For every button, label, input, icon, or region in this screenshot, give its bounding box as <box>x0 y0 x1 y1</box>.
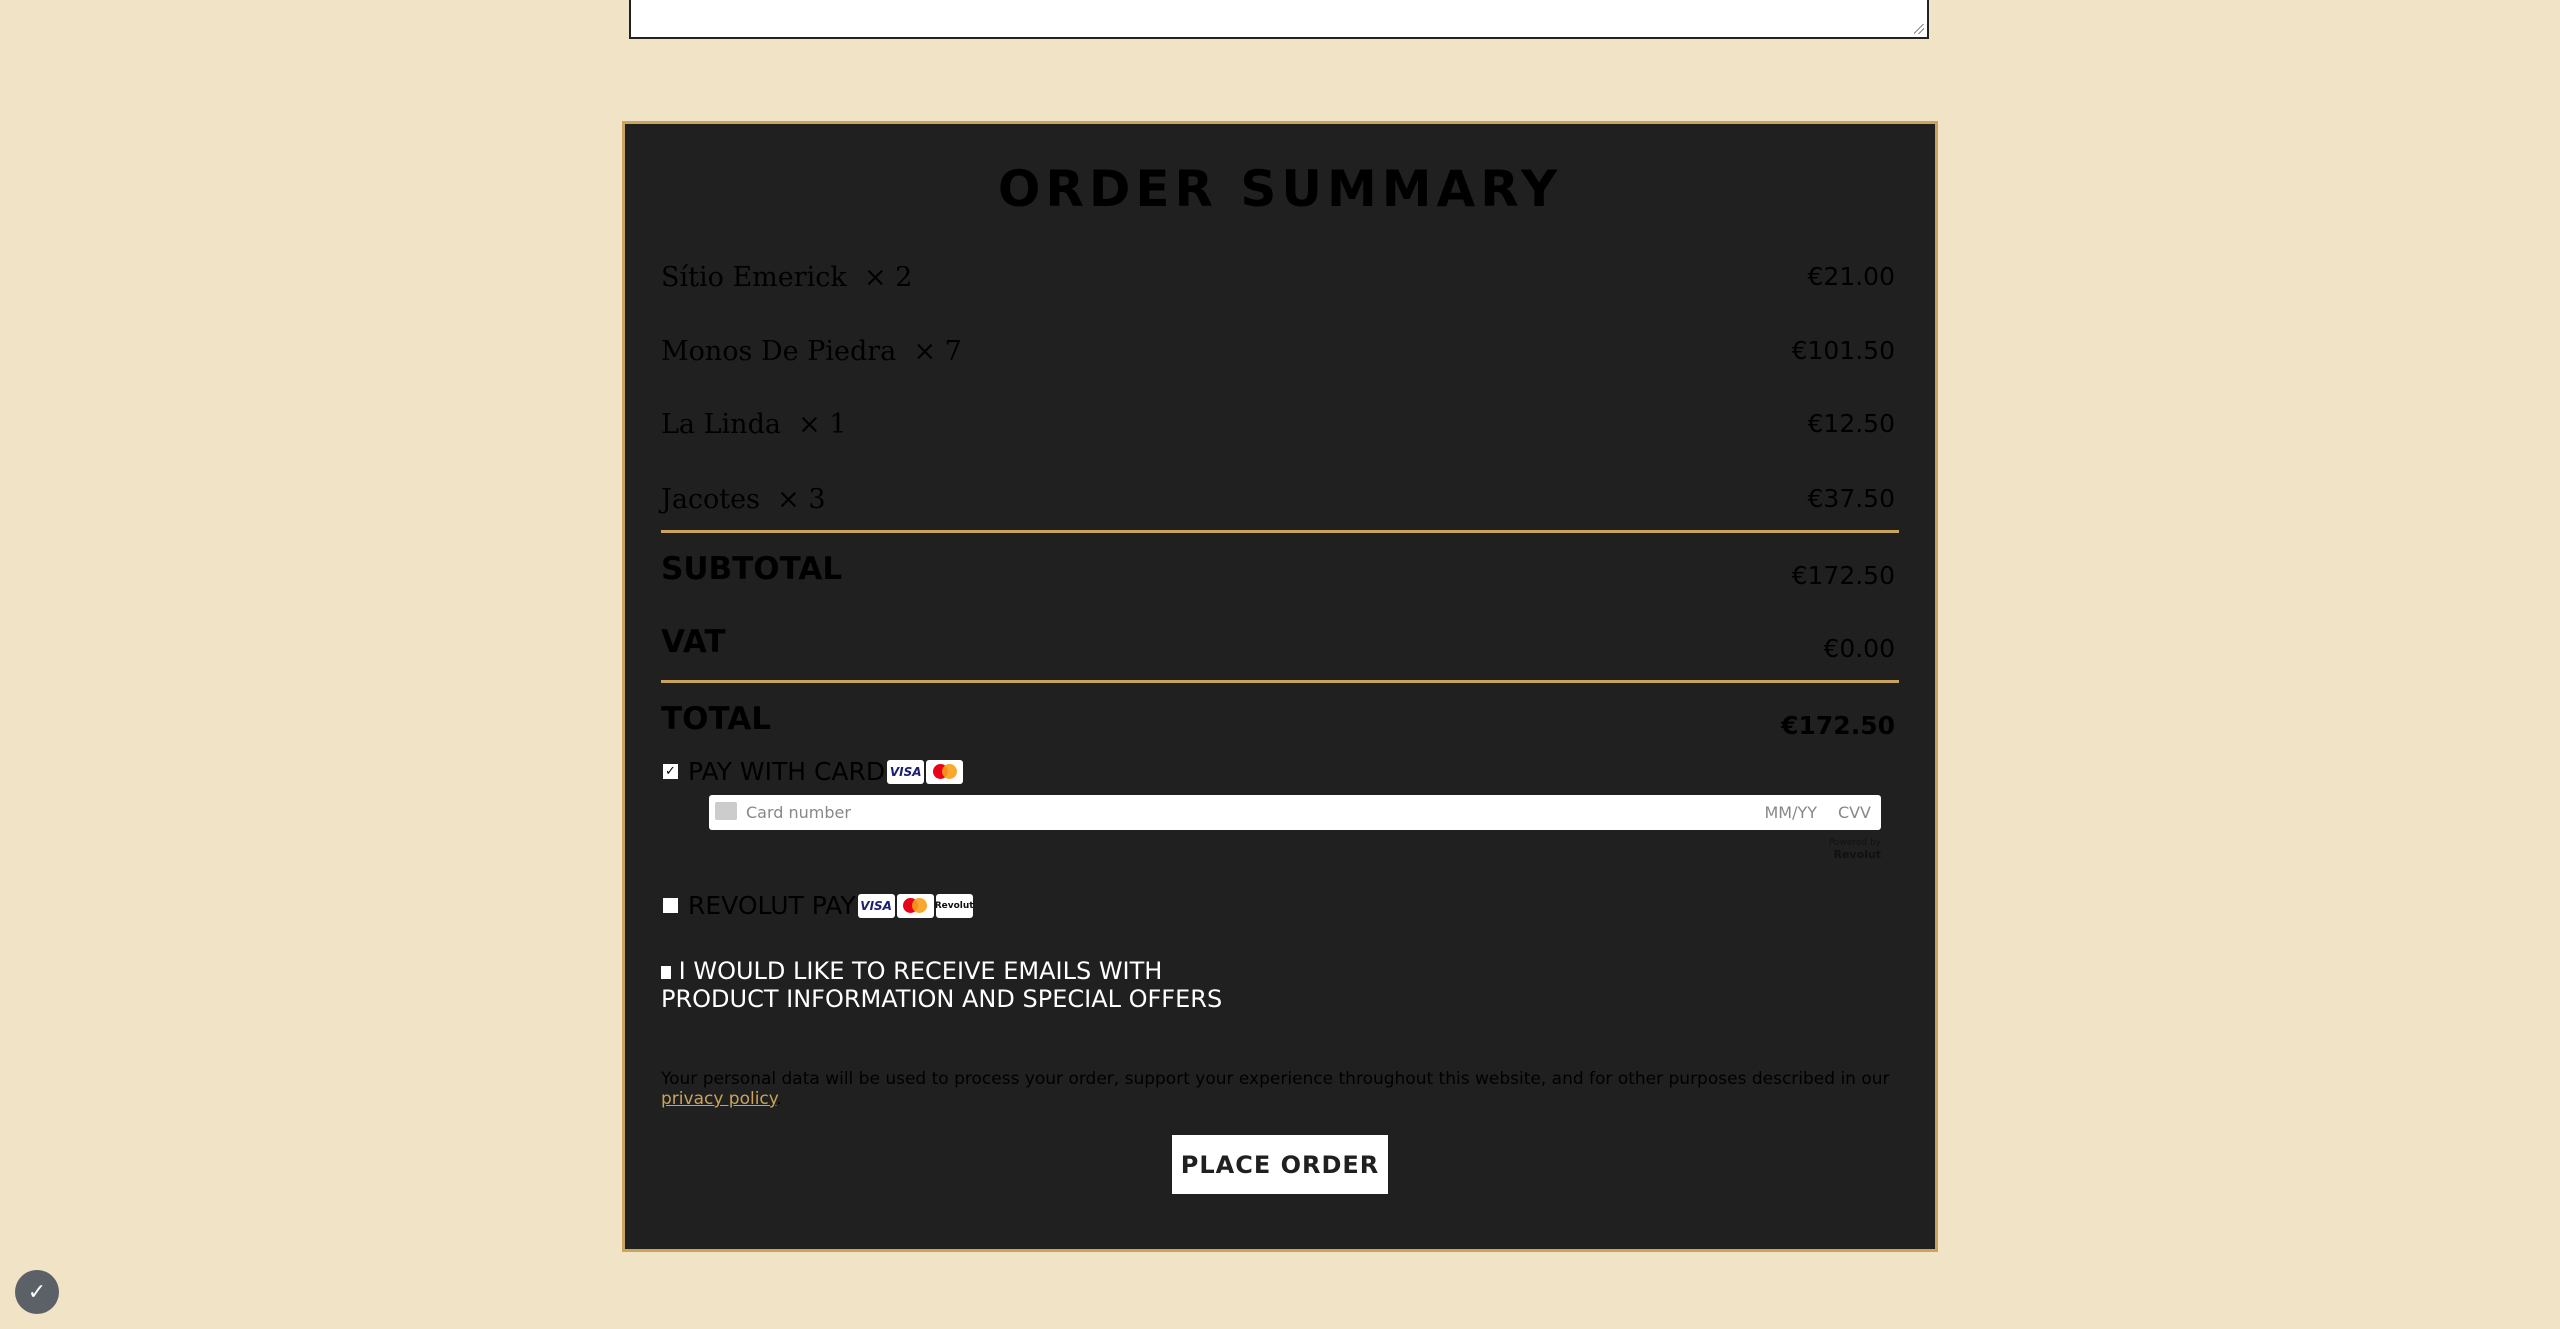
vat-label: VAT <box>661 624 726 660</box>
newsletter-checkbox[interactable] <box>661 965 671 979</box>
item-price: €21.00 <box>1807 262 1895 291</box>
expiry-placeholder[interactable]: MM/YY <box>1764 803 1817 822</box>
place-order-button[interactable]: PLACE ORDER <box>1172 1135 1388 1194</box>
total-label: TOTAL <box>661 701 771 737</box>
visa-icon: VISA <box>857 893 895 918</box>
vat-value: €0.00 <box>1823 634 1895 663</box>
privacy-notice: Your personal data will be used to proce… <box>661 1069 1901 1109</box>
mastercard-icon <box>926 759 964 784</box>
vat-row: VAT €0.00 <box>661 624 1895 663</box>
revolut-pay-label: REVOLUT PAY <box>688 891 856 920</box>
subtotal-row: SUBTOTAL €172.50 <box>661 551 1895 590</box>
privacy-period: . <box>776 1089 782 1109</box>
card-number-input[interactable]: Card number MM/YY CVV <box>709 795 1881 830</box>
powered-by-revolut: Powered by Revolut <box>1780 838 1881 861</box>
item-qty: × 2 <box>863 262 913 293</box>
newsletter-label-line2: PRODUCT INFORMATION AND SPECIAL OFFERS <box>661 985 1223 1013</box>
item-price: €101.50 <box>1791 336 1895 365</box>
item-qty: × 1 <box>798 409 847 440</box>
resize-handle[interactable] <box>1914 24 1924 34</box>
order-item: Jacotes × 3 €37.50 <box>661 484 1895 515</box>
revolut-logo: Revolut <box>1833 848 1881 861</box>
item-qty: × 7 <box>913 336 962 367</box>
item-name: La Linda <box>661 409 781 440</box>
card-number-placeholder: Card number <box>746 803 851 822</box>
divider <box>661 680 1899 683</box>
item-name: Monos De Piedra <box>661 336 897 367</box>
visa-icon: VISA <box>887 759 925 784</box>
pay-with-card-label: PAY WITH CARD <box>688 757 886 786</box>
item-name: Jacotes <box>661 484 760 515</box>
subtotal-value: €172.50 <box>1791 561 1895 590</box>
item-qty: × 3 <box>777 484 826 515</box>
privacy-text: Your personal data will be used to proce… <box>661 1069 1890 1089</box>
revolut-pay-option[interactable]: REVOLUT PAY VISA Revolut <box>663 891 974 920</box>
pay-with-card-checkbox[interactable]: ✓ <box>663 764 678 779</box>
powered-by-label: Powered by <box>1828 838 1881 848</box>
divider <box>661 530 1899 533</box>
cvv-placeholder[interactable]: CVV <box>1838 803 1871 822</box>
order-item: Monos De Piedra × 7 €101.50 <box>661 336 1895 367</box>
order-item: Sítio Emerick × 2 €21.00 <box>661 262 1895 293</box>
newsletter-option[interactable]: I WOULD LIKE TO RECEIVE EMAILS WITH PROD… <box>661 957 1222 1013</box>
newsletter-label-line1: I WOULD LIKE TO RECEIVE EMAILS WITH <box>678 957 1163 985</box>
revolut-pay-checkbox[interactable] <box>663 898 678 913</box>
order-item: La Linda × 1 €12.50 <box>661 409 1895 440</box>
total-value: €172.50 <box>1781 711 1895 740</box>
privacy-policy-link[interactable]: privacy policy <box>661 1089 776 1109</box>
revolut-icon: Revolut <box>935 893 974 918</box>
pay-with-card-option[interactable]: ✓ PAY WITH CARD VISA <box>663 757 964 786</box>
subtotal-label: SUBTOTAL <box>661 551 843 587</box>
credit-card-icon <box>715 802 737 820</box>
item-price: €37.50 <box>1807 484 1895 513</box>
total-row: TOTAL €172.50 <box>661 701 1895 740</box>
page-title: ORDER SUMMARY <box>997 160 1563 218</box>
mastercard-icon <box>896 893 934 918</box>
item-price: €12.50 <box>1807 409 1895 438</box>
item-name: Sítio Emerick <box>661 262 847 293</box>
order-notes-textarea[interactable] <box>629 0 1929 39</box>
cookie-consent-icon[interactable]: ✓ <box>15 1270 59 1314</box>
